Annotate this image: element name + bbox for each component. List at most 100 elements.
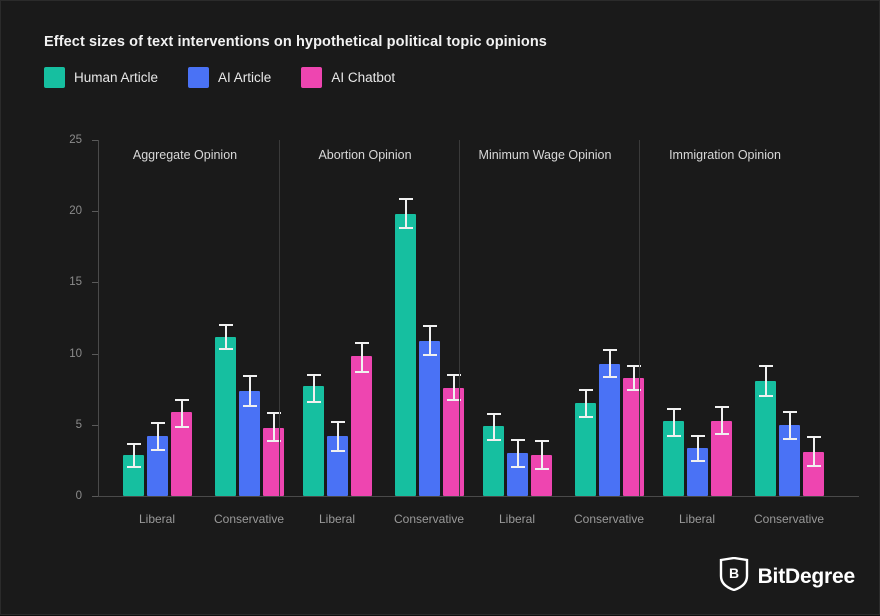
error-bar-line	[272, 411, 275, 441]
error-bar-cap-lower	[806, 464, 821, 467]
panel-title-aggregate-opinion: Aggregate Opinion	[132, 148, 238, 162]
x-group-label-liberal: Liberal	[678, 512, 716, 526]
x-axis-line	[98, 496, 859, 497]
error-bar-cap-upper	[578, 389, 593, 392]
y-tick-label: 15	[69, 276, 82, 289]
y-tick-mark	[92, 496, 98, 497]
error-bar-line	[516, 439, 519, 467]
y-tick-mark	[92, 282, 98, 284]
error-bar-cap-upper	[534, 440, 549, 443]
x-group-label-conservative: Conservative	[573, 512, 645, 526]
error-bar-cap-upper	[150, 421, 165, 424]
error-bar-line	[360, 342, 363, 371]
error-bar-cap-upper	[330, 420, 345, 423]
error-bar-cap-lower	[782, 437, 797, 440]
error-bar-cap-lower	[150, 449, 165, 451]
y-tick-mark	[92, 424, 98, 426]
error-bar-cap-lower	[330, 450, 345, 453]
error-bar-line	[696, 434, 699, 461]
error-bar-cap-lower	[242, 404, 257, 407]
error-bar-cap-lower	[758, 394, 773, 397]
error-bar-cap-upper	[174, 399, 189, 402]
chart-figure: Effect sizes of text interventions on hy…	[0, 0, 880, 615]
error-bar-cap-upper	[690, 434, 705, 437]
error-bar-cap-upper	[218, 323, 233, 326]
bar[interactable]	[755, 380, 776, 496]
error-bar-cap-upper	[422, 325, 437, 328]
error-bar-cap-upper	[602, 349, 617, 352]
error-bar-cap-upper	[398, 198, 413, 201]
y-tick-label: 10	[69, 347, 82, 360]
error-bar-cap-lower	[218, 347, 233, 350]
error-bar-cap-lower	[714, 433, 729, 436]
error-bar-cap-lower	[510, 466, 525, 469]
bar[interactable]	[443, 387, 464, 496]
y-axis-line	[98, 140, 99, 497]
panel-title-abortion-opinion: Abortion Opinion	[318, 148, 412, 162]
error-bar-cap-upper	[666, 407, 681, 410]
y-tick-mark	[92, 211, 98, 213]
error-bar-cap-lower	[666, 434, 681, 437]
bar[interactable]	[395, 214, 416, 496]
error-bar-line	[452, 373, 455, 400]
error-bar-cap-lower	[354, 370, 369, 373]
error-bar-cap-upper	[714, 406, 729, 409]
bar[interactable]	[303, 386, 324, 496]
error-bar-line	[812, 436, 815, 465]
error-bar-line	[336, 420, 339, 451]
error-bar-cap-lower	[422, 353, 437, 356]
bar[interactable]	[623, 377, 644, 496]
panel-title-immigration-opinion: Immigration Opinion	[669, 148, 781, 162]
y-tick-mark	[92, 353, 98, 355]
bar[interactable]	[599, 363, 620, 496]
error-bar-cap-upper	[486, 413, 501, 416]
error-bar-cap-upper	[306, 373, 321, 376]
bar[interactable]	[215, 336, 236, 496]
error-bar-line	[788, 410, 791, 438]
error-bar-line	[312, 373, 315, 401]
error-bar-line	[180, 399, 183, 427]
error-bar-cap-upper	[782, 410, 797, 413]
error-bar-cap-lower	[486, 439, 501, 442]
plot-area: 0 5 10 15 20 25 Aggregate Opinion Liberal Conser…	[1, 1, 880, 616]
error-bar-line	[720, 406, 723, 434]
error-bar-cap-lower	[306, 400, 321, 403]
error-bar-cap-lower	[602, 376, 617, 379]
error-bar-line	[608, 349, 611, 377]
panel-divider	[459, 140, 460, 496]
error-bar-cap-lower	[690, 460, 705, 463]
error-bar-cap-upper	[126, 443, 141, 446]
error-bar-line	[584, 389, 587, 417]
x-group-label-conservative: Conservative	[393, 512, 465, 526]
error-bar-line	[492, 413, 495, 440]
watermark-text: BitDegree	[757, 564, 856, 588]
error-bar-line	[132, 443, 135, 467]
y-tick-label: 25	[69, 134, 82, 146]
error-bar-line	[632, 364, 635, 390]
error-bar-line	[404, 198, 407, 227]
x-group-label-liberal: Liberal	[318, 512, 356, 526]
error-bar-line	[224, 323, 227, 348]
error-bar-cap-upper	[758, 364, 773, 367]
panel-divider	[279, 140, 280, 496]
error-bar-line	[428, 325, 431, 354]
error-bar-cap-upper	[510, 439, 525, 442]
error-bar-line	[540, 440, 543, 468]
y-tick-label: 0	[75, 490, 82, 502]
panel-divider	[639, 140, 640, 496]
x-group-label-liberal: Liberal	[498, 512, 536, 526]
error-bar-line	[156, 421, 159, 449]
watermark: B BitDegree	[719, 556, 856, 596]
error-bar-cap-lower	[398, 226, 413, 229]
error-bar-line	[764, 364, 767, 395]
error-bar-cap-upper	[806, 436, 821, 439]
error-bar-cap-lower	[174, 426, 189, 429]
x-group-label-conservative: Conservative	[753, 512, 825, 526]
y-tick-label: 5	[75, 418, 82, 431]
error-bar-cap-lower	[578, 416, 593, 419]
error-bar-line	[672, 407, 675, 435]
error-bar-cap-lower	[534, 467, 549, 470]
y-tick-label: 20	[69, 205, 82, 218]
bar[interactable]	[351, 356, 372, 496]
bar[interactable]	[419, 340, 440, 496]
